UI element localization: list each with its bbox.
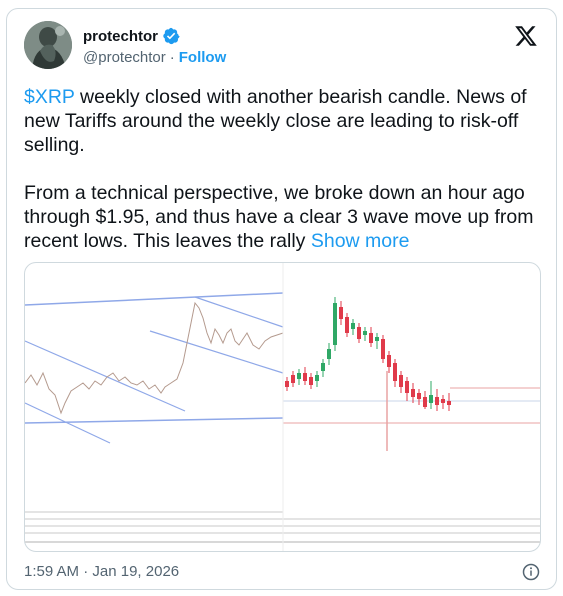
tweet-media[interactable] — [24, 262, 541, 552]
candle-body — [345, 317, 349, 333]
tweet-timestamp[interactable]: 1:59 AM · Jan 19, 2026 — [24, 563, 179, 580]
candle-body — [291, 375, 295, 383]
left-price-chart — [25, 292, 284, 543]
tweet-text-part2: From a technical perspective, we broke d… — [24, 182, 539, 252]
candle-body — [405, 381, 409, 393]
media-chart-image — [25, 263, 540, 551]
candle-body — [435, 397, 439, 405]
tweet-card[interactable]: protechtor @protechtor · Follow $XRP wee… — [6, 8, 557, 590]
candle-body — [351, 323, 355, 329]
candle-body — [399, 375, 403, 387]
tweet-text: $XRP weekly closed with another bearish … — [24, 85, 544, 253]
candle-body — [381, 339, 385, 359]
candle-body — [303, 373, 307, 381]
candle-body — [417, 393, 421, 399]
candle-body — [429, 395, 433, 403]
author-display-name[interactable]: protechtor — [83, 28, 158, 45]
show-more-link[interactable]: Show more — [311, 230, 410, 252]
tweet-time: 1:59 AM — [24, 563, 80, 580]
candle-body — [441, 399, 445, 403]
candle-body — [297, 373, 301, 379]
candle-body — [357, 327, 361, 339]
tweet-text-part1: weekly closed with another bearish candl… — [24, 86, 533, 156]
candle-body — [333, 303, 337, 345]
candle-body — [309, 377, 313, 385]
candle-body — [339, 307, 343, 319]
candle-body — [447, 401, 451, 405]
separator-dot: · — [169, 49, 175, 66]
candle-body — [423, 397, 427, 407]
x-logo-icon[interactable] — [514, 24, 538, 48]
candle-body — [363, 331, 367, 335]
candle-body — [315, 375, 319, 381]
tweet-date: Jan 19, 2026 — [92, 563, 180, 580]
candle-body — [387, 355, 391, 367]
follow-button[interactable]: Follow — [179, 49, 227, 66]
candle-body — [411, 389, 415, 397]
footer-separator: · — [83, 563, 89, 580]
avatar-statue-image — [24, 21, 72, 69]
info-icon[interactable] — [522, 563, 540, 581]
right-candlestick-chart — [283, 297, 540, 543]
author-handle[interactable]: @protechtor — [83, 49, 166, 66]
verified-badge-icon — [163, 27, 180, 45]
candle-body — [321, 363, 325, 371]
cashtag-link[interactable]: $XRP — [24, 86, 75, 108]
candle-body — [375, 337, 379, 341]
candle-body — [369, 333, 373, 343]
candle-body — [285, 381, 289, 387]
candle-body — [327, 349, 331, 359]
candle-body — [393, 363, 397, 381]
avatar[interactable] — [24, 21, 72, 69]
